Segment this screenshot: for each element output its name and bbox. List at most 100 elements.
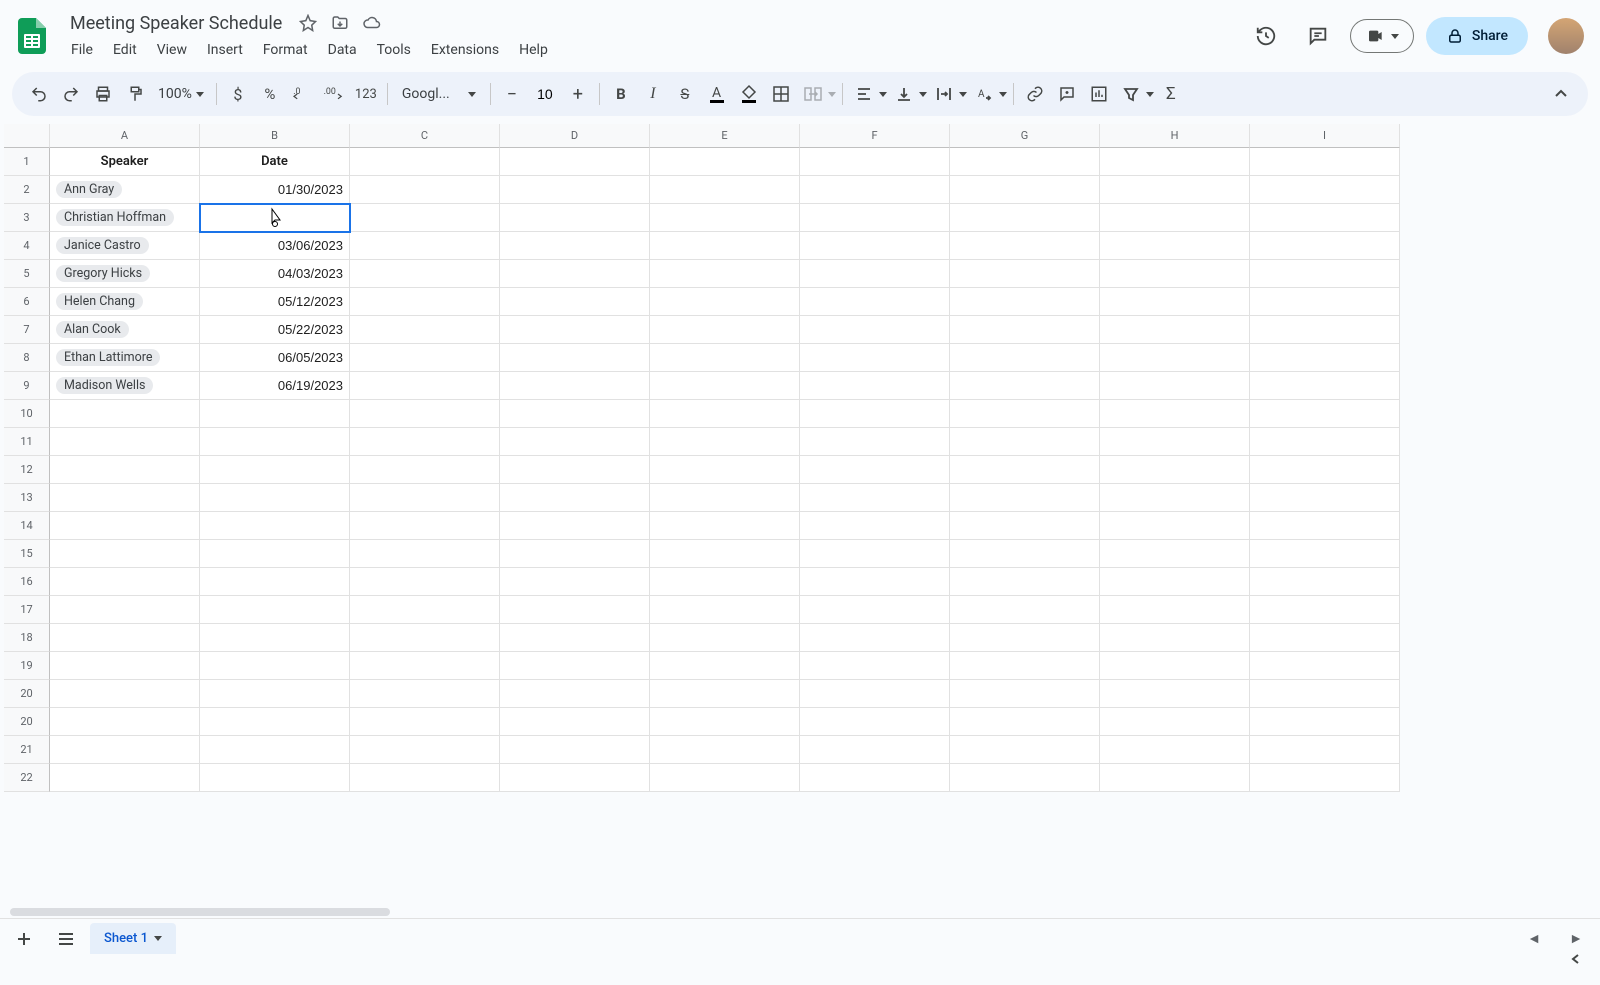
row-header[interactable]: 13	[4, 484, 50, 512]
row-header[interactable]: 6	[4, 288, 50, 316]
cell-A6[interactable]: Helen Chang	[50, 288, 200, 316]
cell-F11[interactable]	[800, 428, 950, 456]
font-family-selector[interactable]: Googl...	[394, 86, 484, 102]
column-header-H[interactable]: H	[1100, 124, 1250, 148]
cell-H6[interactable]	[1100, 288, 1250, 316]
star-icon[interactable]	[298, 13, 318, 33]
cell-G15[interactable]	[950, 540, 1100, 568]
cell-B14[interactable]	[200, 512, 350, 540]
cell-C6[interactable]	[350, 288, 500, 316]
cell-H5[interactable]	[1100, 260, 1250, 288]
cell-D22[interactable]	[500, 764, 650, 792]
cell-A9[interactable]: Madison Wells	[50, 372, 200, 400]
row-header[interactable]: 1	[4, 148, 50, 176]
row-header[interactable]: 2	[4, 176, 50, 204]
cell-I21[interactable]	[1250, 736, 1400, 764]
cell-B6[interactable]: 05/12/2023	[200, 288, 350, 316]
cell-D7[interactable]	[500, 316, 650, 344]
text-wrap-button[interactable]	[929, 79, 967, 109]
cell-B16[interactable]	[200, 568, 350, 596]
decrease-decimal-button[interactable]: .0	[287, 79, 317, 109]
cell-E12[interactable]	[650, 456, 800, 484]
cell-E18[interactable]	[650, 624, 800, 652]
cell-A17[interactable]	[50, 596, 200, 624]
cell-D21[interactable]	[500, 736, 650, 764]
cell-I1[interactable]	[1250, 148, 1400, 176]
cell-A20[interactable]	[50, 680, 200, 708]
cell-G9[interactable]	[950, 372, 1100, 400]
cell-G17[interactable]	[950, 596, 1100, 624]
cell-A19[interactable]	[50, 652, 200, 680]
cell-E9[interactable]	[650, 372, 800, 400]
cell-D9[interactable]	[500, 372, 650, 400]
cell-H8[interactable]	[1100, 344, 1250, 372]
history-icon[interactable]	[1246, 16, 1286, 56]
cell-F21[interactable]	[800, 736, 950, 764]
text-color-button[interactable]: A	[702, 79, 732, 109]
cell-H9[interactable]	[1100, 372, 1250, 400]
menu-format[interactable]: Format	[254, 38, 317, 62]
more-formats-button[interactable]: 123	[351, 79, 381, 109]
cell-G3[interactable]	[950, 204, 1100, 232]
cell-C15[interactable]	[350, 540, 500, 568]
cell-B20[interactable]	[200, 680, 350, 708]
column-header-E[interactable]: E	[650, 124, 800, 148]
print-button[interactable]	[88, 79, 118, 109]
column-header-D[interactable]: D	[500, 124, 650, 148]
insert-chart-button[interactable]	[1084, 79, 1114, 109]
column-header-G[interactable]: G	[950, 124, 1100, 148]
column-header-B[interactable]: B	[200, 124, 350, 148]
select-all-corner[interactable]	[4, 124, 50, 148]
all-sheets-button[interactable]	[48, 921, 84, 957]
cell-B3[interactable]	[200, 204, 350, 232]
cell-H3[interactable]	[1100, 204, 1250, 232]
font-size-input[interactable]	[531, 86, 559, 102]
cell-I17[interactable]	[1250, 596, 1400, 624]
cell-D2[interactable]	[500, 176, 650, 204]
cell-I22[interactable]	[1250, 764, 1400, 792]
cell-E17[interactable]	[650, 596, 800, 624]
cell-E2[interactable]	[650, 176, 800, 204]
cell-H11[interactable]	[1100, 428, 1250, 456]
cell-C14[interactable]	[350, 512, 500, 540]
cell-G8[interactable]	[950, 344, 1100, 372]
cell-A20[interactable]	[50, 708, 200, 736]
cell-G19[interactable]	[950, 652, 1100, 680]
redo-button[interactable]	[56, 79, 86, 109]
sheet-nav-left[interactable]: ◄	[1516, 921, 1552, 957]
cell-F19[interactable]	[800, 652, 950, 680]
cell-A3[interactable]: Christian Hoffman	[50, 204, 200, 232]
cell-E16[interactable]	[650, 568, 800, 596]
cell-B21[interactable]	[200, 736, 350, 764]
people-chip[interactable]: Ethan Lattimore	[56, 349, 160, 366]
cell-A8[interactable]: Ethan Lattimore	[50, 344, 200, 372]
cell-H20[interactable]	[1100, 708, 1250, 736]
people-chip[interactable]: Gregory Hicks	[56, 265, 150, 282]
sheets-logo[interactable]	[12, 16, 52, 56]
people-chip[interactable]: Alan Cook	[56, 321, 129, 338]
cell-H15[interactable]	[1100, 540, 1250, 568]
cell-E20[interactable]	[650, 680, 800, 708]
cell-C4[interactable]	[350, 232, 500, 260]
cell-I8[interactable]	[1250, 344, 1400, 372]
sheet-tab[interactable]: Sheet 1	[90, 923, 176, 954]
cell-E19[interactable]	[650, 652, 800, 680]
cell-C22[interactable]	[350, 764, 500, 792]
comments-icon[interactable]	[1298, 16, 1338, 56]
cell-B17[interactable]	[200, 596, 350, 624]
cell-D20[interactable]	[500, 708, 650, 736]
cell-C7[interactable]	[350, 316, 500, 344]
italic-button[interactable]: I	[638, 79, 668, 109]
cell-F16[interactable]	[800, 568, 950, 596]
row-header[interactable]: 16	[4, 568, 50, 596]
cell-G4[interactable]	[950, 232, 1100, 260]
cell-I15[interactable]	[1250, 540, 1400, 568]
cell-D20[interactable]	[500, 680, 650, 708]
cell-F13[interactable]	[800, 484, 950, 512]
cell-H17[interactable]	[1100, 596, 1250, 624]
column-header-C[interactable]: C	[350, 124, 500, 148]
grid-body[interactable]: 1SpeakerDate2Ann Gray01/30/20233Christia…	[4, 148, 1600, 908]
borders-button[interactable]	[766, 79, 796, 109]
cell-C2[interactable]	[350, 176, 500, 204]
row-header[interactable]: 15	[4, 540, 50, 568]
